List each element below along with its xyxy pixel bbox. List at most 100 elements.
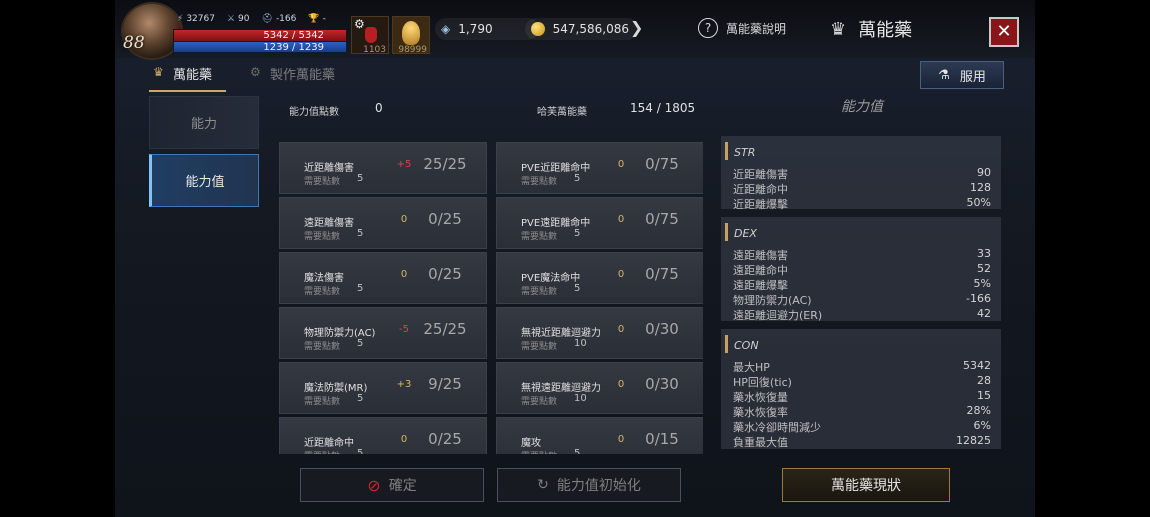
defense-stat: ⛑ -166 bbox=[261, 14, 297, 24]
stat-delta: 0 bbox=[400, 269, 408, 280]
elixir-icon: ♛ bbox=[830, 18, 847, 40]
elixir-status-button[interactable]: 萬能藥現狀 bbox=[782, 468, 950, 502]
gem-icon: ◈ bbox=[441, 22, 451, 36]
required-points-label: 需要點數 bbox=[304, 232, 341, 242]
stat-delta: +3 bbox=[396, 379, 412, 390]
required-points-label: 需要點數 bbox=[304, 177, 341, 187]
use-button[interactable]: ⚗ 服用 bbox=[920, 61, 1004, 89]
stat-progress: 0/15 bbox=[645, 430, 679, 448]
close-icon: ✕ bbox=[996, 21, 1012, 42]
required-points-label: 需要點數 bbox=[304, 397, 341, 407]
stat-progress: 0/30 bbox=[645, 375, 679, 393]
trophy-stat: 🏆 - bbox=[308, 14, 326, 24]
power-icon: ⚡ bbox=[177, 14, 184, 24]
page-title: ♛ 萬能藥 bbox=[830, 18, 913, 42]
stat-card[interactable]: 物理防禦力(AC) 需要點數 5 -5 25/25 bbox=[279, 307, 487, 359]
stat-progress: 25/25 bbox=[423, 320, 467, 338]
required-points-label: 需要點數 bbox=[304, 342, 341, 352]
potion-icon bbox=[365, 27, 377, 43]
stat-card[interactable]: 魔法防禦(MR) 需要點數 5 +3 9/25 bbox=[279, 362, 487, 414]
required-points-label: 需要點數 bbox=[521, 287, 558, 297]
stat-progress: 0/25 bbox=[428, 265, 462, 283]
elixir-screen: 88 ⚡ 32767 ⚔ 90 ⛑ -166 🏆 - 5342 / 5342 1239 … bbox=[115, 0, 1035, 517]
used-elixir-value: 154 / 1805 bbox=[630, 101, 696, 115]
stat-card[interactable]: 無視近距離迴避力 需要點數 10 0 0/30 bbox=[496, 307, 703, 359]
sidebar-item-stat-value[interactable]: 能力值 bbox=[149, 154, 259, 207]
tab-elixir[interactable]: ♛ 萬能藥 bbox=[149, 60, 227, 92]
stat-row: 藥水恢復量 15 bbox=[733, 389, 991, 404]
stat-progress: 0/75 bbox=[645, 265, 679, 283]
stat-card[interactable]: PVE近距離命中 需要點數 5 0 0/75 bbox=[496, 142, 703, 194]
stat-group-con: CON 最大HP 5342 HP回復(tic) 28 藥水恢復量 15 藥水恢復率 28… bbox=[721, 329, 1001, 449]
required-points-label: 需要點數 bbox=[521, 397, 558, 407]
stat-delta: 0 bbox=[617, 379, 625, 390]
gear-icon: ⚙ bbox=[354, 17, 365, 31]
stat-row: 藥水恢復率 28% bbox=[733, 404, 991, 419]
stat-delta: 0 bbox=[617, 324, 625, 335]
stat-panel-title: 能力值 bbox=[841, 99, 883, 115]
stat-row: 遠距離爆擊 5% bbox=[733, 277, 991, 292]
helmet-icon: ⛑ bbox=[261, 14, 273, 24]
potion-count: 1103 bbox=[363, 45, 386, 55]
question-icon: ? bbox=[698, 18, 718, 38]
sidebar-item-ability[interactable]: 能力 bbox=[149, 96, 259, 149]
stat-row: 物理防禦力(AC) -166 bbox=[733, 292, 991, 307]
stat-progress: 25/25 bbox=[423, 155, 467, 173]
stat-card[interactable]: 遠距離傷害 需要點數 5 0 0/25 bbox=[279, 197, 487, 249]
stat-row: 最大HP 5342 bbox=[733, 359, 991, 374]
stat-row: 近距離傷害 90 bbox=[733, 166, 991, 181]
stat-progress: 9/25 bbox=[428, 375, 462, 393]
stat-card-grid: 近距離傷害 需要點數 5 +5 25/25 PVE近距離命中 需要點數 5 0 … bbox=[279, 142, 703, 454]
chevron-right-icon[interactable]: ❯ bbox=[630, 18, 643, 37]
use-potion-icon: ⚗ bbox=[938, 67, 950, 83]
stat-card[interactable]: 無視遠距離迴避力 需要點數 10 0 0/30 bbox=[496, 362, 703, 414]
stat-card[interactable]: 近距離命中 需要點數 5 0 0/25 bbox=[279, 417, 487, 454]
required-points-label: 需要點數 bbox=[521, 232, 558, 242]
stat-card[interactable]: 魔攻 需要點數 5 0 0/15 bbox=[496, 417, 703, 454]
character-stats: ⚡ 32767 ⚔ 90 ⛑ -166 🏆 - bbox=[177, 14, 326, 24]
quick-slot-potion[interactable]: ⚙ 1103 bbox=[351, 16, 389, 55]
stat-delta: 0 bbox=[617, 434, 625, 445]
gem-currency: ◈ 1,790 bbox=[435, 18, 539, 40]
stat-delta: 0 bbox=[617, 269, 625, 280]
confirm-button[interactable]: ⊘ 確定 bbox=[300, 468, 484, 502]
gold-coin-icon bbox=[531, 22, 545, 36]
required-points-label: 需要點數 bbox=[521, 449, 557, 454]
power-stat: ⚡ 32767 bbox=[177, 14, 215, 24]
stat-delta: 0 bbox=[617, 159, 625, 170]
feather-count: 98999 bbox=[398, 45, 427, 55]
stat-card[interactable]: PVE遠距離命中 需要點數 5 0 0/75 bbox=[496, 197, 703, 249]
required-points-label: 需要點數 bbox=[304, 449, 340, 454]
stat-group-dex: DEX 遠距離傷害 33 遠距離命中 52 遠距離爆擊 5% 物理防禦力(AC) -16… bbox=[721, 217, 1001, 322]
required-points-label: 需要點數 bbox=[521, 342, 558, 352]
stat-card[interactable]: 魔法傷害 需要點數 5 0 0/25 bbox=[279, 252, 487, 304]
quick-slot-feather[interactable]: 98999 bbox=[392, 16, 430, 55]
craft-tab-icon: ⚙ bbox=[250, 65, 261, 79]
tab-craft-elixir[interactable]: ⚙ 製作萬能藥 bbox=[246, 60, 349, 92]
attack-stat: ⚔ 90 bbox=[226, 14, 250, 24]
gold-currency: 547,586,086 bbox=[525, 18, 639, 40]
stat-card[interactable]: PVE魔法命中 需要點數 5 0 0/75 bbox=[496, 252, 703, 304]
help-button[interactable]: ? 萬能藥說明 bbox=[698, 18, 786, 38]
stat-delta: 0 bbox=[400, 434, 408, 445]
sword-icon: ⚔ bbox=[226, 14, 236, 24]
reset-stats-button[interactable]: ↻ 能力值初始化 bbox=[497, 468, 681, 502]
used-elixir-label: 哈芙萬能藥 bbox=[537, 107, 587, 118]
stat-progress: 0/75 bbox=[645, 210, 679, 228]
stat-row: 遠距離傷害 33 bbox=[733, 247, 991, 262]
sidebar: 能力 能力值 bbox=[149, 96, 259, 212]
stat-row: 近距離命中 128 bbox=[733, 181, 991, 196]
hp-value: 5342 / 5342 bbox=[263, 30, 324, 41]
close-button[interactable]: ✕ bbox=[989, 17, 1019, 47]
stat-delta: 0 bbox=[400, 214, 408, 225]
stat-delta: 0 bbox=[617, 214, 625, 225]
top-bar: 88 ⚡ 32767 ⚔ 90 ⛑ -166 🏆 - 5342 / 5342 1239 … bbox=[115, 0, 1035, 60]
tab-bar: ♛ 萬能藥 ⚙ 製作萬能藥 bbox=[149, 60, 349, 92]
stat-card[interactable]: 近距離傷害 需要點數 5 +5 25/25 bbox=[279, 142, 487, 194]
stat-group-str: STR 近距離傷害 90 近距離命中 128 近距離爆擊 50% bbox=[721, 136, 1001, 211]
stat-summary-panel: 能力值 STR 近距離傷害 90 近距離命中 128 近距離爆擊 50% DEX 遠距… bbox=[717, 96, 1007, 452]
elixir-tab-icon: ♛ bbox=[153, 65, 164, 79]
gold-feather-icon bbox=[402, 21, 420, 45]
stat-progress: 0/75 bbox=[645, 155, 679, 173]
mp-bar: 1239 / 1239 bbox=[173, 41, 347, 53]
